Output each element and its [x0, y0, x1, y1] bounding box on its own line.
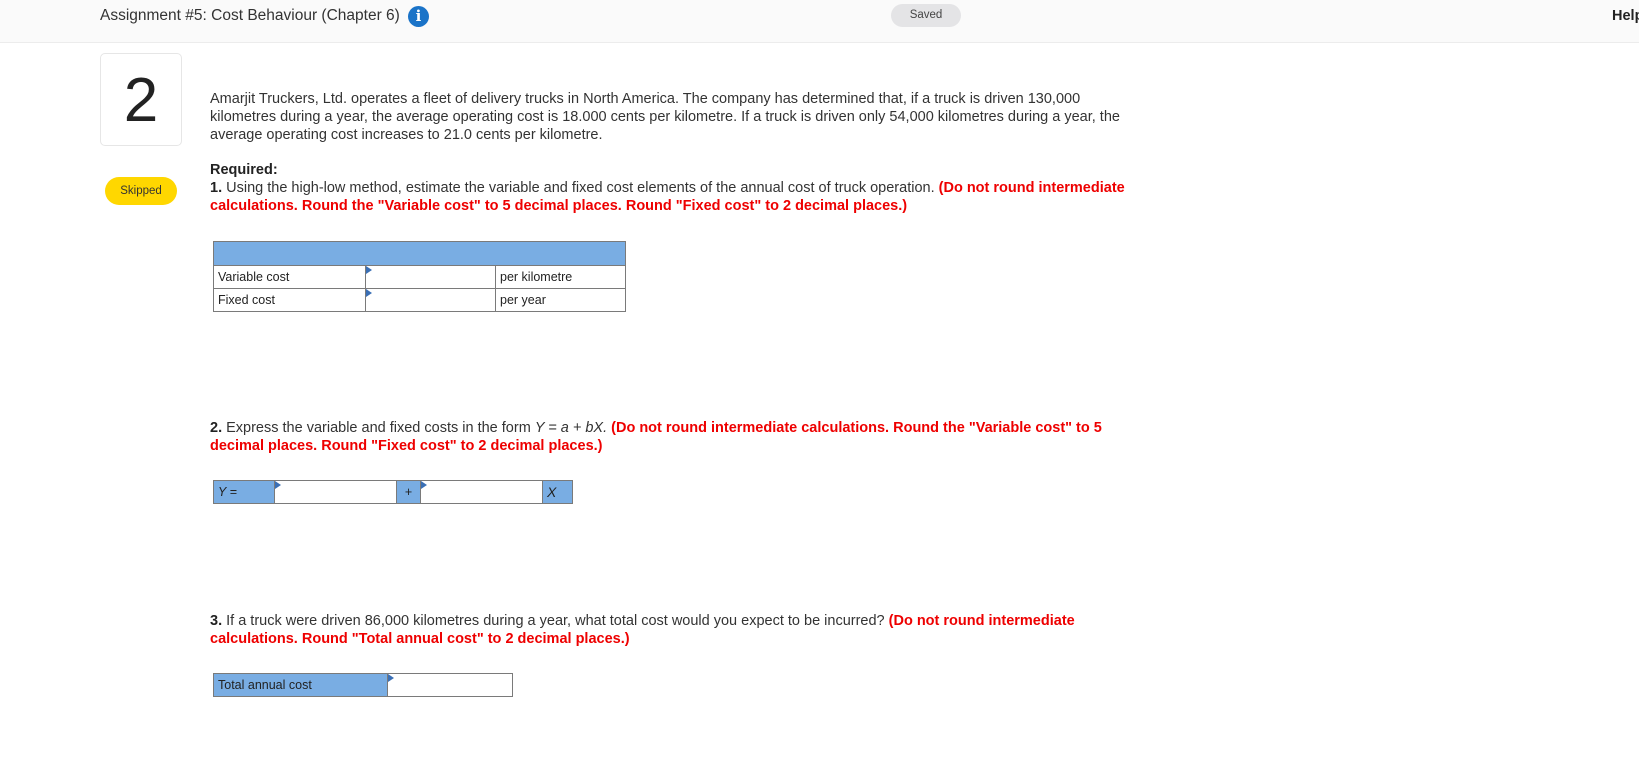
saved-status-badge: Saved: [891, 4, 961, 27]
b-field[interactable]: [425, 481, 538, 503]
help-link[interactable]: Help: [1612, 8, 1639, 24]
variable-cost-b-input[interactable]: [420, 480, 543, 504]
total-cost-row: Total annual cost: [213, 673, 513, 697]
input-flag-icon: [366, 266, 372, 274]
y-equals-label: Y =: [213, 480, 275, 504]
row-unit: per year: [495, 288, 626, 312]
info-icon[interactable]: i: [408, 6, 429, 27]
equation-table: Y = + X: [213, 480, 573, 504]
plus-sign: +: [396, 480, 421, 504]
equation-row: Y = + X: [213, 480, 573, 504]
input-flag-icon: [421, 481, 427, 489]
a-field[interactable]: [279, 481, 392, 503]
table-row-fixed-cost: Fixed cost per year: [213, 288, 626, 312]
input-flag-icon: [366, 289, 372, 297]
total-annual-cost-label: Total annual cost: [213, 673, 388, 697]
total-annual-cost-field[interactable]: [392, 674, 508, 696]
total-cost-table: Total annual cost: [213, 673, 513, 697]
question-intro: Amarjit Truckers, Ltd. operates a fleet …: [210, 91, 1120, 143]
row-label: Variable cost: [213, 265, 366, 289]
row-label: Fixed cost: [213, 288, 366, 312]
part-2-prompt: 2. Express the variable and fixed costs …: [210, 420, 1102, 454]
cost-elements-table: Variable cost per kilometre Fixed cost p…: [213, 241, 626, 312]
variable-cost-input[interactable]: [365, 265, 496, 289]
fixed-cost-a-input[interactable]: [274, 480, 397, 504]
assignment-title: Assignment #5: Cost Behaviour (Chapter 6…: [100, 7, 400, 24]
fixed-cost-input[interactable]: [365, 288, 496, 312]
input-flag-icon: [275, 481, 281, 489]
x-label: X: [542, 480, 573, 504]
question-status-badge: Skipped: [105, 177, 177, 205]
variable-cost-field[interactable]: [370, 266, 491, 288]
input-flag-icon: [388, 674, 394, 682]
question-number: 2: [100, 53, 182, 146]
top-bar: Assignment #5: Cost Behaviour (Chapter 6…: [0, 0, 1639, 43]
part-3-prompt: 3. If a truck were driven 86,000 kilomet…: [210, 613, 1075, 647]
part-1-prompt: 1. Using the high-low method, estimate t…: [210, 180, 1125, 214]
required-label: Required:: [210, 162, 278, 178]
total-annual-cost-input[interactable]: [387, 673, 513, 697]
table-header-row: [213, 241, 626, 266]
row-unit: per kilometre: [495, 265, 626, 289]
table-row-variable-cost: Variable cost per kilometre: [213, 265, 626, 289]
fixed-cost-field[interactable]: [370, 289, 491, 311]
